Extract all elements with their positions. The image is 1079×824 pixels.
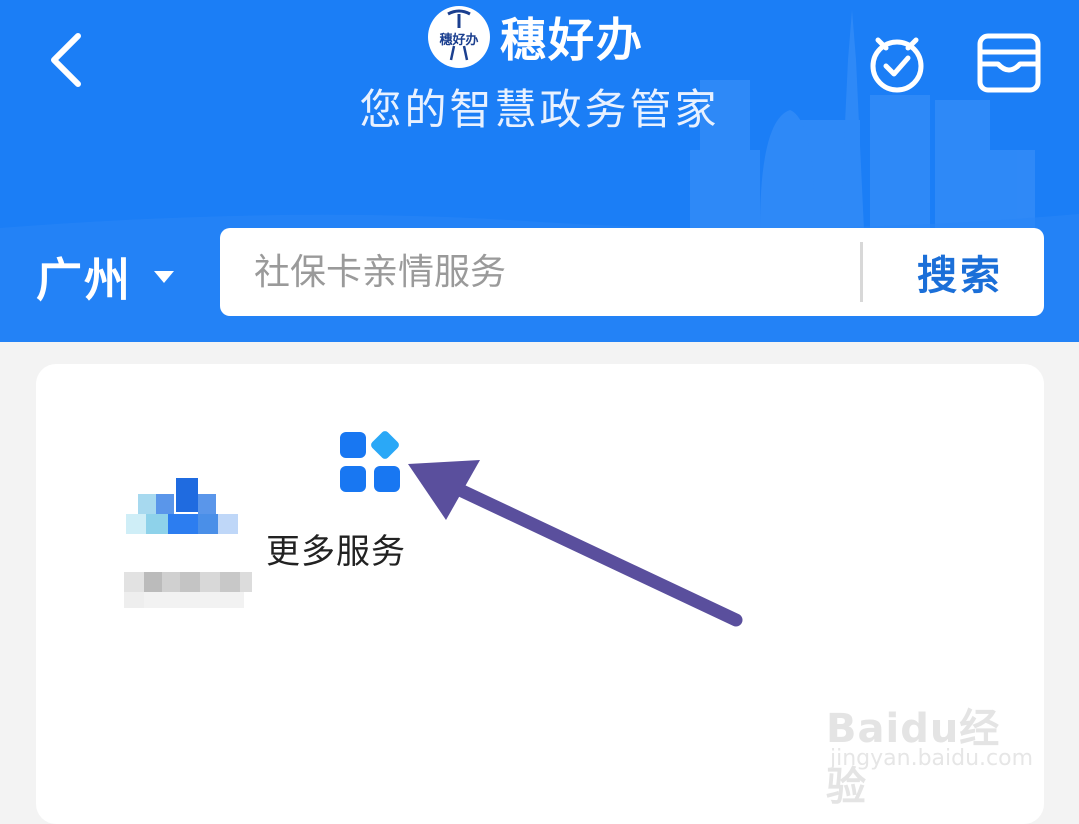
city-selector[interactable]: 广州 (36, 244, 174, 310)
more-services-button[interactable]: 更多服务 (266, 424, 426, 584)
app-logo: 穗好办 (428, 6, 490, 68)
services-card: 更多服务 (36, 364, 1044, 824)
timer-check-icon[interactable] (862, 26, 932, 96)
search-divider (860, 242, 863, 302)
search-button[interactable]: 搜索 (880, 228, 1040, 316)
blurred-service-item[interactable] (86, 414, 286, 664)
app-title: 穗好办 (500, 13, 644, 67)
app-brand: 穗好办 穗好办 (428, 4, 644, 70)
grid-apps-icon (340, 431, 400, 492)
wallet-icon[interactable] (974, 30, 1044, 96)
more-services-label: 更多服务 (266, 532, 406, 572)
caret-down-icon (154, 271, 174, 283)
city-label: 广州 (36, 253, 132, 307)
logo-text: 穗好办 (439, 33, 479, 48)
search-input[interactable] (254, 228, 854, 316)
app-header: 穗好办 穗好办 您的智慧政务管家 广州 搜索 (0, 0, 1079, 342)
search-bar: 搜索 (220, 228, 1044, 316)
